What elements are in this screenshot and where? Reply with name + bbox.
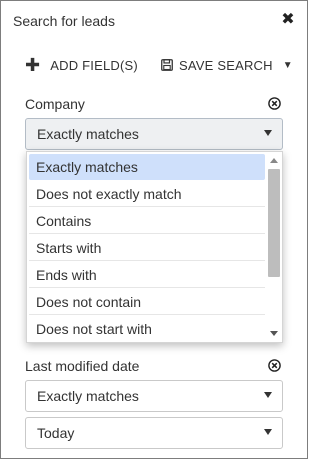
save-search-button[interactable]: SAVE SEARCH ▼ (161, 55, 293, 75)
close-icon[interactable]: ✖ (279, 11, 297, 29)
last-modified-label: Last modified date (25, 358, 140, 374)
panel-title: Search for leads (13, 13, 115, 29)
company-label: Company (25, 96, 85, 112)
last-modified-value-select[interactable]: Today (25, 417, 283, 449)
company-operator-dropdown: Exactly matches Does not exactly match C… (26, 151, 283, 343)
last-modified-operator-value: Exactly matches (37, 388, 139, 404)
chevron-down-icon[interactable]: ▼ (283, 60, 293, 71)
chevron-down-icon (264, 392, 272, 398)
option-does-not-exactly-match[interactable]: Does not exactly match (29, 181, 265, 207)
option-does-not-contain[interactable]: Does not contain (29, 289, 265, 315)
scroll-up-icon[interactable] (270, 158, 278, 163)
company-operator-value: Exactly matches (37, 126, 139, 142)
dropdown-scrollbar[interactable] (267, 152, 282, 342)
last-modified-operator-select[interactable]: Exactly matches (25, 380, 283, 412)
plus-icon: ✚ (25, 55, 41, 75)
option-contains[interactable]: Contains (29, 208, 265, 234)
last-modified-value: Today (37, 425, 75, 441)
floppy-disk-icon (161, 59, 173, 71)
option-exactly-matches[interactable]: Exactly matches (29, 154, 265, 180)
search-panel: Search for leads ✖ ✚ ADD FIELD(S) SAVE S… (0, 0, 308, 459)
scroll-thumb[interactable] (268, 169, 280, 277)
option-starts-with[interactable]: Starts with (29, 235, 265, 261)
chevron-down-icon (264, 429, 272, 435)
company-operator-select[interactable]: Exactly matches (25, 118, 283, 150)
option-does-not-start-with[interactable]: Does not start with (29, 316, 265, 342)
clear-last-modified-icon[interactable] (268, 359, 281, 372)
scroll-down-icon[interactable] (270, 331, 278, 336)
option-ends-with[interactable]: Ends with (29, 262, 265, 288)
add-fields-label: ADD FIELD(S) (50, 57, 138, 73)
clear-company-icon[interactable] (268, 97, 281, 110)
chevron-down-icon (264, 130, 272, 136)
save-search-label: SAVE SEARCH (179, 57, 273, 73)
add-fields-button[interactable]: ✚ ADD FIELD(S) (25, 55, 138, 75)
